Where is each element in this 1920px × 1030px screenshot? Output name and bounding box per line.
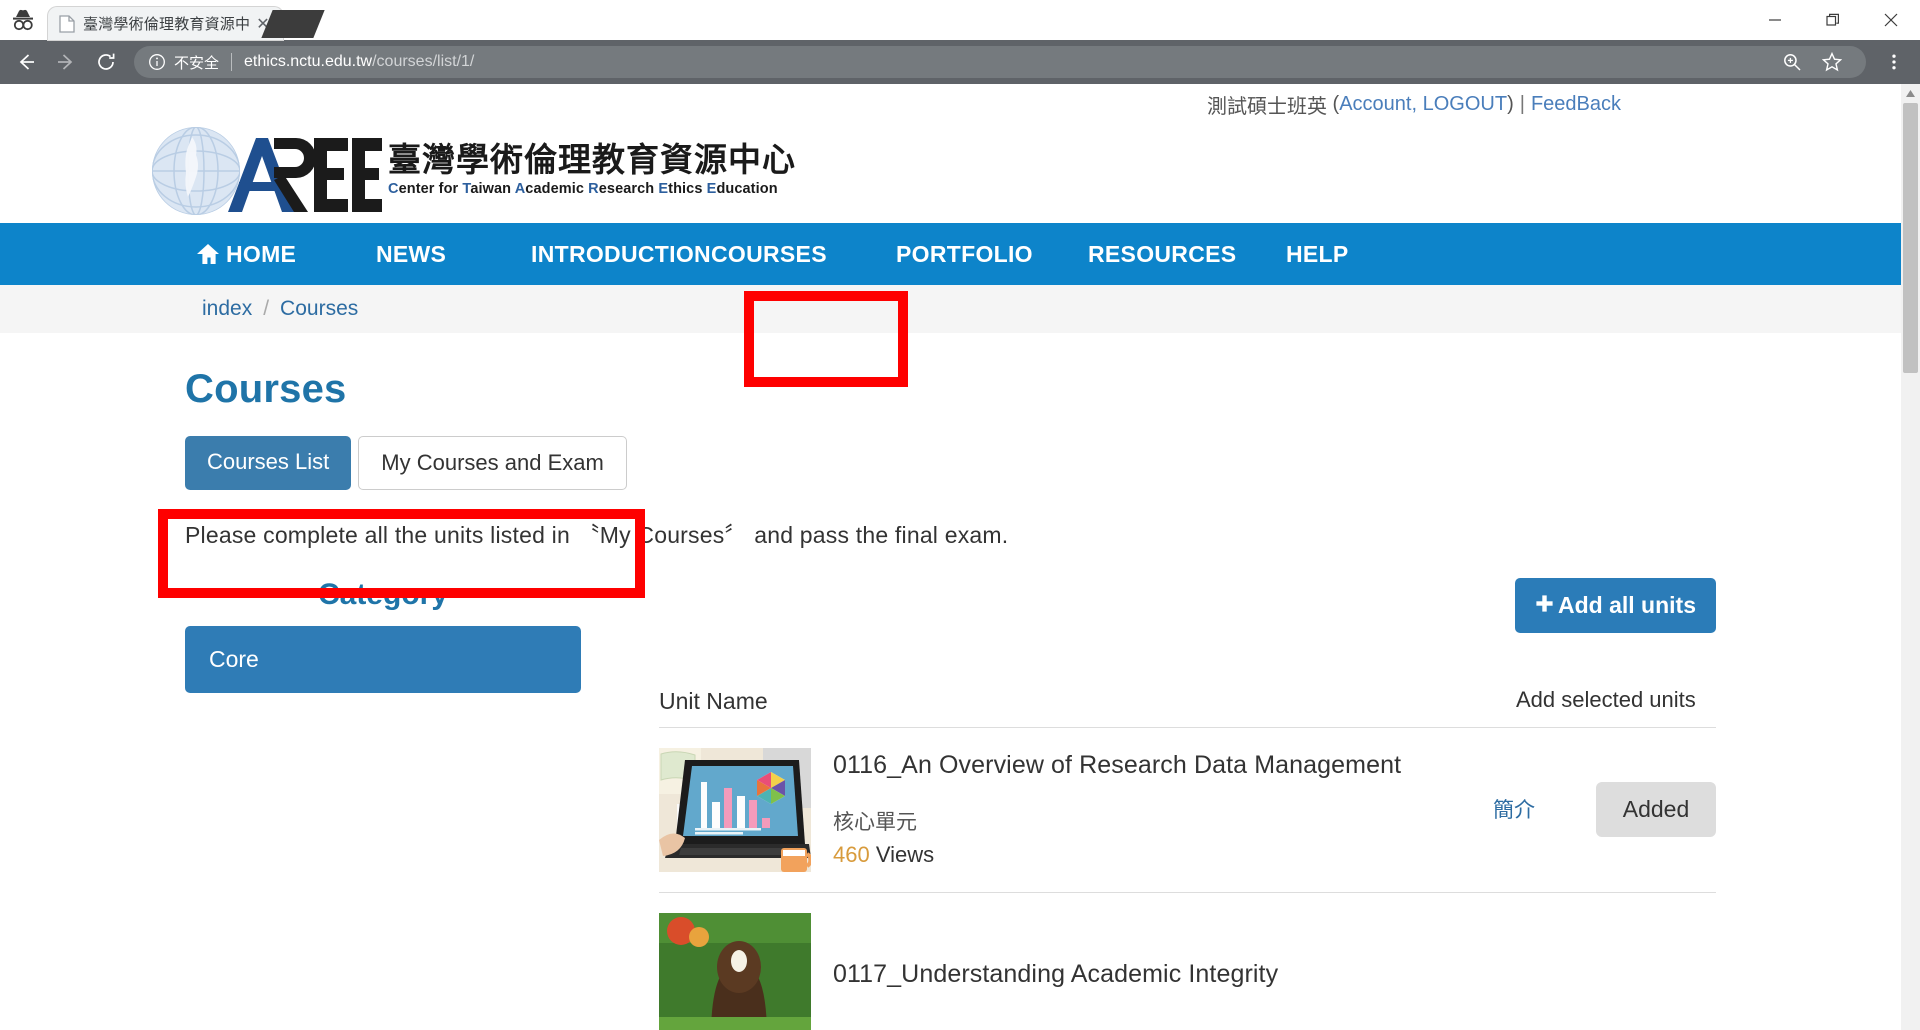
category-item-core[interactable]: Core xyxy=(185,626,581,693)
tab-title: 臺灣學術倫理教育資源中 xyxy=(83,16,251,33)
nav-label-portfolio: PORTFOLIO xyxy=(896,240,1033,267)
browser-titlebar: 臺灣學術倫理教育資源中 ✕ xyxy=(0,0,1920,40)
nav-item-home[interactable]: HOME xyxy=(196,223,376,285)
nav-item-courses[interactable]: COURSES xyxy=(711,223,896,285)
kebab-menu-icon[interactable] xyxy=(1874,42,1914,82)
breadcrumb-current: Courses xyxy=(280,297,359,320)
table-row: 0117_Understanding Academic Integrity xyxy=(659,893,1716,1030)
browser-tab[interactable]: 臺灣學術倫理教育資源中 ✕ xyxy=(48,7,283,40)
nav-label-home: HOME xyxy=(226,240,297,267)
course-views-count: 460 xyxy=(833,842,870,868)
course-views-label: Views xyxy=(875,842,935,868)
minimize-button[interactable] xyxy=(1746,0,1804,40)
course-subtitle: 核心單元 xyxy=(833,810,917,835)
reload-icon[interactable] xyxy=(86,42,126,82)
course-info: 0116_An Overview of Research Data Manage… xyxy=(811,751,1488,868)
breadcrumb-separator: / xyxy=(263,297,270,320)
logo-text: 臺灣學術倫理教育資源中心 Center for Taiwan Academic … xyxy=(388,139,796,199)
window-controls xyxy=(1746,0,1920,40)
feedback-link[interactable]: FeedBack xyxy=(1531,93,1621,116)
add-all-units-button[interactable]: Add all units xyxy=(1515,578,1716,633)
plus-icon xyxy=(1535,592,1554,619)
omnibox-actions xyxy=(1772,42,1852,82)
restore-button[interactable] xyxy=(1804,0,1862,40)
nav-item-news[interactable]: NEWS xyxy=(376,223,531,285)
course-info: 0117_Understanding Academic Integrity xyxy=(811,960,1488,989)
page-viewport: 測試碩士班英 (Account, LOGOUT) | FeedBack 臺灣學術… xyxy=(0,84,1920,1030)
page-title: Courses xyxy=(185,367,347,411)
forward-icon[interactable] xyxy=(46,42,86,82)
courses-panel: Add all units Unit Name Add selected uni… xyxy=(581,578,1716,1030)
page-scrollbar[interactable] xyxy=(1901,84,1920,1030)
courses-table: Unit Name Add selected units 0116_An Ove… xyxy=(659,685,1716,1030)
course-title[interactable]: 0117_Understanding Academic Integrity xyxy=(833,960,1488,989)
info-icon[interactable] xyxy=(148,53,166,71)
site-logo[interactable]: 臺灣學術倫理教育資源中心 Center for Taiwan Academic … xyxy=(0,118,1901,223)
account-user-name: 測試碩士班英 xyxy=(1206,95,1327,118)
url-domain: ethics.nctu.edu.tw xyxy=(244,53,373,70)
zoom-icon[interactable] xyxy=(1772,42,1812,82)
logo-letters xyxy=(222,128,382,214)
add-all-units-wrap: Add all units xyxy=(659,578,1716,633)
nav-label-courses: COURSES xyxy=(711,240,827,267)
new-tab-shape[interactable] xyxy=(261,10,325,38)
page-icon xyxy=(58,14,76,33)
security-status-text: 不安全 xyxy=(174,54,220,72)
browser-toolbar: 不安全 ethics.nctu.edu.tw /courses/list/1/ xyxy=(0,40,1920,84)
nav-item-portfolio[interactable]: PORTFOLIO xyxy=(896,223,1088,285)
course-intro-link[interactable]: 簡介 xyxy=(1488,796,1540,824)
account-close-paren: ) xyxy=(1507,92,1514,115)
instruction-text: Please complete all the units listed in … xyxy=(185,522,1009,548)
table-row: 0116_An Overview of Research Data Manage… xyxy=(659,728,1716,893)
star-icon[interactable] xyxy=(1812,42,1852,82)
nav-label-news: NEWS xyxy=(376,240,447,267)
close-button[interactable] xyxy=(1862,0,1920,40)
nav-item-introduction[interactable]: INTRODUCTION xyxy=(531,223,711,285)
category-sidebar: Category Core xyxy=(185,578,581,1030)
logo-chinese-title: 臺灣學術倫理教育資源中心 xyxy=(388,139,796,179)
course-thumbnail[interactable] xyxy=(659,912,811,1030)
back-icon[interactable] xyxy=(6,42,46,82)
category-title: Category xyxy=(317,578,449,611)
course-add-button[interactable]: Added xyxy=(1596,782,1716,838)
course-thumbnail[interactable] xyxy=(659,747,811,872)
course-tabs: Courses List My Courses and Exam xyxy=(185,436,1716,490)
account-bar: 測試碩士班英 (Account, LOGOUT) | FeedBack xyxy=(0,84,1901,118)
url-path: /courses/list/1/ xyxy=(372,53,475,70)
table-header: Unit Name Add selected units xyxy=(659,685,1716,728)
add-all-units-label: Add all units xyxy=(1558,592,1696,618)
nav-item-help[interactable]: HELP xyxy=(1286,223,1349,285)
website-page: 測試碩士班英 (Account, LOGOUT) | FeedBack 臺灣學術… xyxy=(0,84,1901,1030)
incognito-icon xyxy=(0,0,46,40)
course-title[interactable]: 0116_An Overview of Research Data Manage… xyxy=(833,751,1488,780)
nav-item-resources[interactable]: RESOURCES xyxy=(1088,223,1286,285)
tab-my-courses-and-exam[interactable]: My Courses and Exam xyxy=(358,436,627,490)
scroll-up-arrow-icon[interactable] xyxy=(1901,84,1920,103)
breadcrumb: index / Courses xyxy=(0,285,1901,333)
account-separator: | xyxy=(1519,92,1525,115)
breadcrumb-index-link[interactable]: index xyxy=(202,297,252,321)
courses-layout: Category Core Add all units Unit Name Ad… xyxy=(185,578,1716,1030)
address-bar[interactable]: 不安全 ethics.nctu.edu.tw /courses/list/1/ xyxy=(134,46,1866,78)
column-header-unit-name: Unit Name xyxy=(659,687,768,714)
main-content: Courses Courses List My Courses and Exam… xyxy=(0,367,1901,1030)
scrollbar-thumb[interactable] xyxy=(1903,103,1918,373)
account-logout-link[interactable]: Account, LOGOUT xyxy=(1339,93,1507,116)
logo-english-subtitle: Center for Taiwan Academic Research Ethi… xyxy=(388,181,778,198)
course-views: 460 Views xyxy=(833,842,1488,868)
nav-label-help: HELP xyxy=(1286,240,1349,267)
nav-label-resources: RESOURCES xyxy=(1088,240,1237,267)
column-header-add-selected: Add selected units xyxy=(1516,687,1696,712)
home-icon xyxy=(196,243,220,265)
nav-label-introduction: INTRODUCTION xyxy=(531,240,711,267)
omnibox-divider xyxy=(231,53,233,71)
tab-courses-list[interactable]: Courses List xyxy=(185,436,352,490)
browser-window: 臺灣學術倫理教育資源中 ✕ 不安全 ethics.nctu.edu.tw /co… xyxy=(0,0,1920,1030)
account-open-paren: ( xyxy=(1332,92,1340,115)
main-navigation: HOME NEWS INTRODUCTION COURSES PORTFOLIO… xyxy=(0,223,1901,285)
